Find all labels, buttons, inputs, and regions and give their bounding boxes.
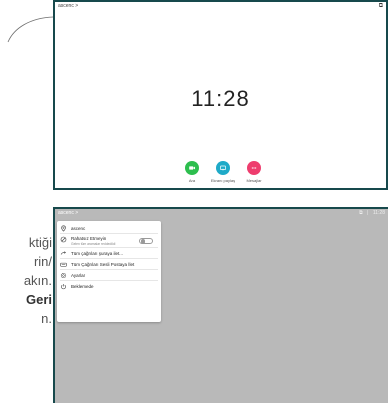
menu-item-device-label: ascenc bbox=[71, 225, 86, 231]
location-pin-icon bbox=[60, 225, 67, 232]
standby-label: Beklemede bbox=[71, 284, 94, 289]
forward-all-label: Tüm çağrıları şuraya ilet... bbox=[71, 250, 124, 256]
status-separator: | bbox=[367, 210, 369, 216]
voicemail-icon bbox=[60, 261, 67, 268]
device-screen-bottom: ascenc > ⧉ | 11:28 ascenc Rahatsız Etmey… bbox=[53, 207, 388, 403]
call-forward-icon bbox=[60, 250, 67, 257]
annotation-arc bbox=[7, 16, 54, 43]
phone-icon bbox=[185, 161, 199, 175]
status-clock: 11:28 bbox=[372, 210, 385, 216]
messages-button[interactable]: Mesajlar bbox=[237, 161, 271, 183]
instruction-text-line-3: akın. bbox=[23, 273, 52, 288]
menu-item-device[interactable]: ascenc bbox=[60, 223, 158, 234]
instruction-text-line-2: rin/ bbox=[33, 254, 52, 269]
forward-voicemail-label: Tüm Çağrıları Sesli Postaya İlet bbox=[71, 261, 135, 267]
message-icon bbox=[247, 161, 261, 175]
share-icon bbox=[216, 161, 230, 175]
menu-overlay-screen: ascenc > ⧉ | 11:28 ascenc Rahatsız Etmey… bbox=[55, 209, 388, 403]
share-label: Ekranı paylaş bbox=[210, 178, 236, 183]
action-bar: Ara Ekranı paylaş Mesajlar bbox=[55, 161, 386, 189]
screen-share-icon[interactable]: ⧉ bbox=[379, 3, 383, 10]
instruction-text-line-4: Geri bbox=[25, 292, 52, 307]
call-label: Ara bbox=[188, 178, 196, 183]
device-menu: ascenc Rahatsız Etmeyin Gelen tüm aramal… bbox=[57, 221, 161, 322]
device-name-button[interactable]: ascenc > bbox=[58, 210, 78, 216]
dnd-toggle[interactable] bbox=[139, 238, 153, 244]
gear-icon bbox=[60, 272, 67, 279]
instruction-text-line-5: n. bbox=[41, 311, 52, 326]
share-screen-button[interactable]: Ekranı paylaş bbox=[206, 161, 240, 183]
power-icon bbox=[60, 283, 67, 290]
menu-item-standby[interactable]: Beklemede bbox=[60, 281, 158, 292]
menu-item-forward-voicemail[interactable]: Tüm Çağrıları Sesli Postaya İlet bbox=[60, 259, 158, 270]
home-screen: ascenc > ⧉ 11:28 Ara Ekranı paylaş Mesaj… bbox=[55, 2, 386, 188]
instruction-text-line-1: ktiği bbox=[28, 235, 52, 250]
menu-item-do-not-disturb[interactable]: Rahatsız Etmeyin Gelen tüm aramalar redd… bbox=[60, 234, 158, 248]
clock: 11:28 bbox=[191, 86, 250, 111]
status-area: ⧉ | 11:28 bbox=[356, 210, 385, 216]
menu-item-settings[interactable]: Ayarlar bbox=[60, 270, 158, 281]
call-button[interactable]: Ara bbox=[175, 161, 209, 183]
messages-label: Mesajlar bbox=[246, 178, 262, 183]
device-screen-top: ascenc > ⧉ 11:28 Ara Ekranı paylaş Mesaj… bbox=[53, 0, 388, 190]
device-name-button[interactable]: ascenc > bbox=[58, 3, 78, 9]
settings-label: Ayarlar bbox=[71, 272, 86, 278]
dnd-title: Rahatsız Etmeyin bbox=[71, 236, 107, 241]
dnd-subtitle: Gelen tüm aramalar reddedildi bbox=[71, 242, 116, 246]
do-not-disturb-icon bbox=[60, 236, 67, 243]
screen-share-icon[interactable]: ⧉ bbox=[359, 210, 363, 216]
menu-item-forward-all[interactable]: Tüm çağrıları şuraya ilet... bbox=[60, 248, 158, 259]
